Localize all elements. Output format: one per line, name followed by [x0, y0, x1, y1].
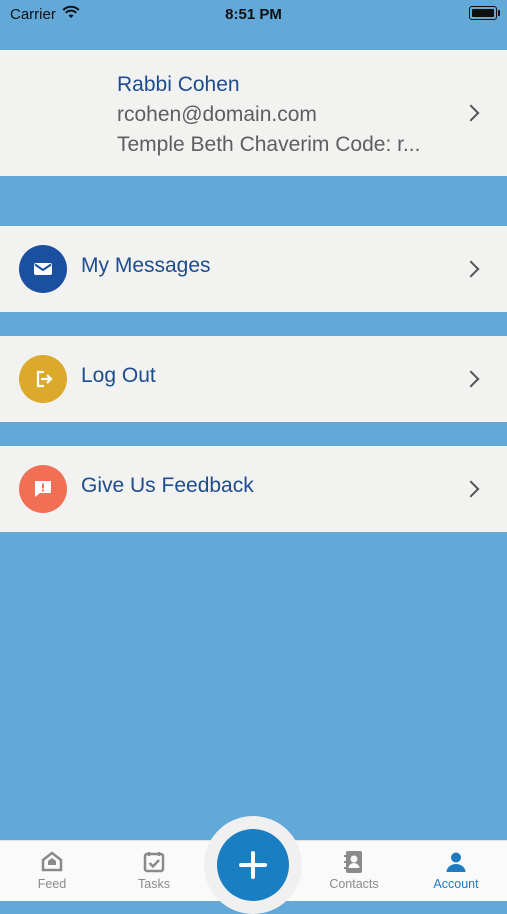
status-time: 8:51 PM: [225, 6, 282, 23]
profile-temple-code: Temple Beth Chaverim Code: r...: [117, 133, 421, 156]
plus-icon: [239, 851, 267, 879]
give-feedback-row[interactable]: Give Us Feedback: [0, 446, 507, 532]
tab-tasks-label: Tasks: [138, 877, 170, 891]
tab-account-label: Account: [433, 877, 479, 891]
profile-name: Rabbi Cohen: [117, 73, 240, 96]
contacts-icon: [344, 851, 362, 873]
tab-feed[interactable]: Feed: [12, 841, 92, 901]
feedback-icon: [19, 465, 67, 513]
chevron-right-icon: [462, 370, 480, 388]
logout-icon: [19, 355, 67, 403]
mail-icon: [19, 245, 67, 293]
give-feedback-label: Give Us Feedback: [81, 474, 254, 497]
tasks-icon: [143, 852, 165, 873]
tab-contacts[interactable]: Contacts: [314, 841, 394, 901]
profile-email: rcohen@domain.com: [117, 103, 317, 126]
my-messages-row[interactable]: My Messages: [0, 226, 507, 312]
chevron-right-icon: [462, 260, 480, 278]
tab-tasks[interactable]: Tasks: [114, 841, 194, 901]
status-bar: Carrier 8:51 PM: [0, 0, 507, 30]
tab-feed-label: Feed: [37, 877, 67, 891]
log-out-label: Log Out: [81, 364, 156, 387]
account-icon: [446, 852, 466, 872]
chevron-right-icon: [462, 480, 480, 498]
battery-icon: [469, 6, 500, 20]
add-button[interactable]: [217, 829, 289, 901]
tab-account[interactable]: Account: [416, 841, 496, 901]
log-out-row[interactable]: Log Out: [0, 336, 507, 422]
feed-icon: [41, 851, 63, 872]
my-messages-label: My Messages: [81, 254, 211, 277]
profile-card[interactable]: Rabbi Cohen rcohen@domain.com Temple Bet…: [0, 50, 507, 176]
tab-contacts-label: Contacts: [329, 877, 379, 891]
chevron-right-icon: [462, 104, 480, 122]
